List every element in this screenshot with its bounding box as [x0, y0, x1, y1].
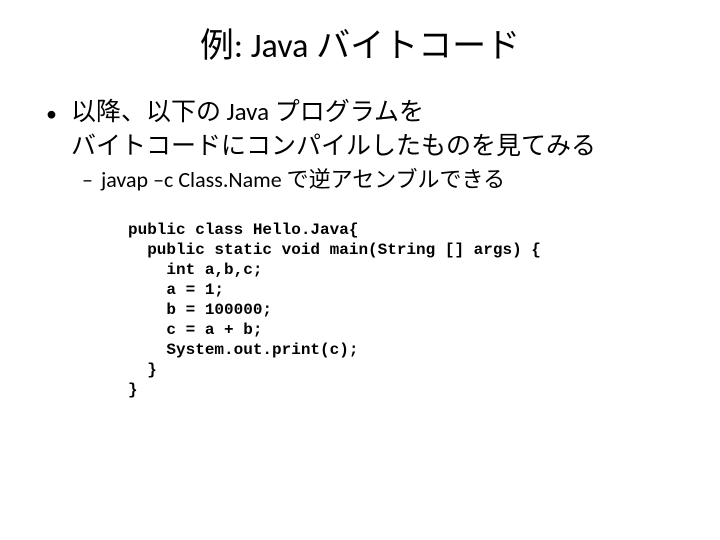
code-block: public class Hello.Java{ public static v…	[128, 220, 680, 400]
bullet-dot-icon: •	[46, 99, 57, 129]
bullet-1-line-1: 以降、以下の Java プログラムを	[71, 96, 424, 127]
bullet-dash-icon: –	[82, 165, 93, 195]
bullet-text-1: 以降、以下の Java プログラムを バイトコードにコンパイルしたものを見てみる	[71, 95, 596, 163]
bullet-item-2: – javap –c Class.Name で逆アセンブルできる	[82, 165, 680, 195]
bullet-2-text: javap –c Class.Name で逆アセンブルできる	[101, 165, 505, 195]
bullet-1-line-2: バイトコードにコンパイルしたものを見てみる	[71, 130, 596, 161]
bullet-item-1: • 以降、以下の Java プログラムを バイトコードにコンパイルしたものを見て…	[46, 95, 680, 163]
slide: 例: Java バイトコード • 以降、以下の Java プログラムを バイトコ…	[0, 0, 720, 540]
slide-title: 例: Java バイトコード	[40, 18, 680, 67]
